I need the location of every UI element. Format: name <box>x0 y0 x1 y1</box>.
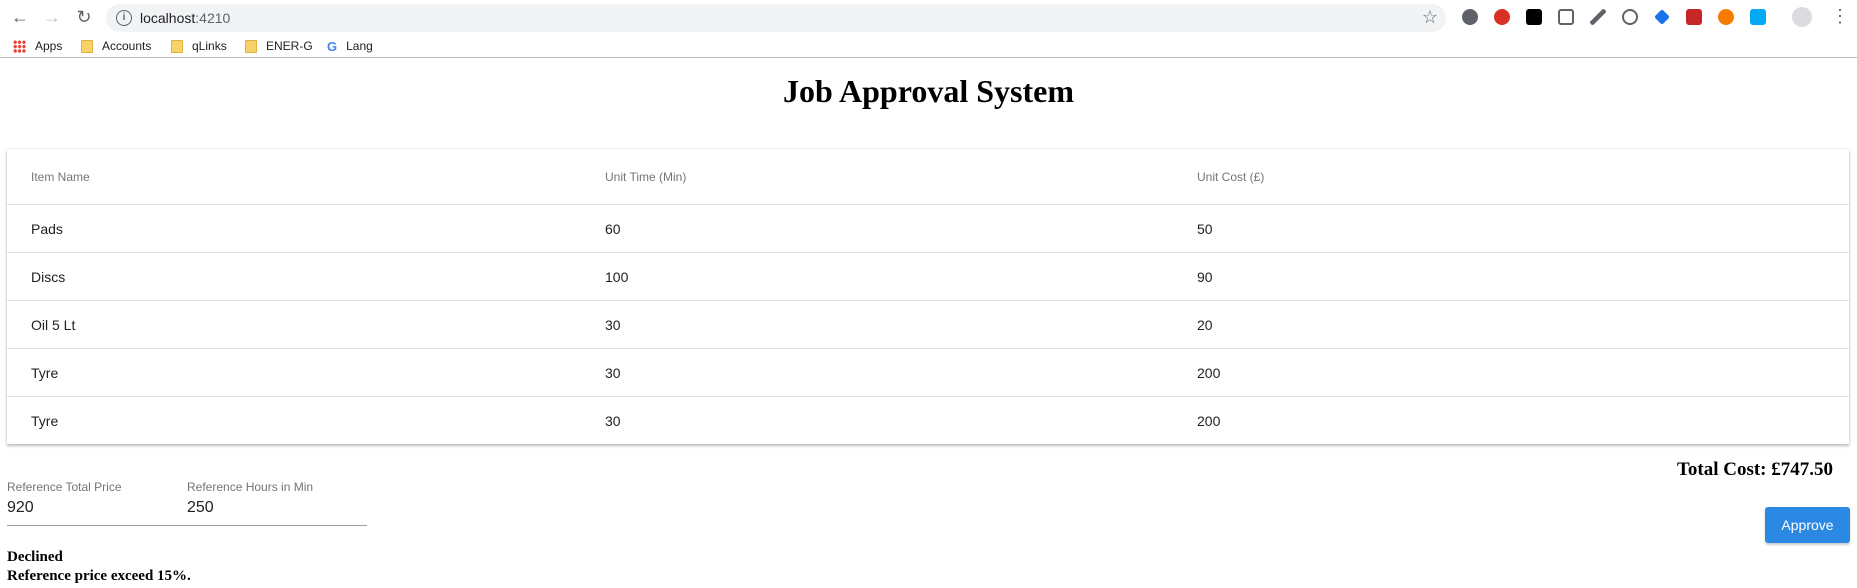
bookmarks-bar: Apps Accounts qLinks ENER-G G Lang <box>0 34 1857 58</box>
cell-unit-time: 100 <box>605 268 629 285</box>
cell-unit-cost: 200 <box>1197 413 1221 429</box>
extension-icon-3[interactable] <box>1526 9 1542 25</box>
total-cost: Total Cost: £747.50 <box>1676 459 1833 480</box>
cell-item-name: Oil 5 Lt <box>31 316 76 333</box>
folder-icon <box>171 39 183 53</box>
cell-unit-cost: 200 <box>1197 364 1221 381</box>
cell-unit-time: 30 <box>605 316 621 333</box>
bookmark-label: Apps <box>35 39 63 53</box>
input-underline <box>7 525 367 526</box>
bookmark-lang[interactable]: G Lang <box>327 37 373 55</box>
apps-grid-icon <box>13 39 26 53</box>
browser-menu-icon[interactable]: ⋮ <box>1831 6 1849 26</box>
header-unit-time[interactable]: Unit Time (Min) <box>605 149 686 204</box>
url-port: :4210 <box>195 10 231 26</box>
extension-icon-9[interactable] <box>1718 9 1734 25</box>
site-info-icon[interactable]: i <box>116 10 132 26</box>
extension-icon-2[interactable] <box>1494 9 1510 25</box>
cell-item-name: Pads <box>31 220 63 237</box>
cell-item-name: Tyre <box>31 413 59 429</box>
table-header-row: Item Name Unit Time (Min) Unit Cost (£) <box>7 149 1849 205</box>
bookmark-ener-g[interactable]: ENER-G <box>245 37 313 55</box>
table-row[interactable]: Pads 60 50 <box>7 205 1849 253</box>
bookmark-star-icon[interactable]: ☆ <box>1422 7 1438 28</box>
folder-icon <box>81 39 93 53</box>
status-reason: Reference price exceed 15%. <box>7 568 191 584</box>
url-host: localhost <box>140 10 196 26</box>
url-text: localhost:4210 <box>140 10 230 26</box>
header-unit-cost[interactable]: Unit Cost (£) <box>1197 149 1264 204</box>
bookmark-label: qLinks <box>192 39 227 53</box>
table-row[interactable]: Discs 100 90 <box>7 253 1849 301</box>
eyedropper-icon[interactable] <box>1590 9 1606 25</box>
reference-hours-label: Reference Hours in Min <box>187 480 314 494</box>
table-row[interactable]: Oil 5 Lt 30 20 <box>7 301 1849 349</box>
reference-hours-field[interactable]: Reference Hours in Min 250 <box>187 480 313 517</box>
profile-avatar[interactable] <box>1792 7 1812 27</box>
cell-item-name: Discs <box>31 268 66 285</box>
cell-unit-time: 30 <box>605 364 621 381</box>
cell-unit-cost: 90 <box>1197 268 1213 285</box>
extension-icon-1[interactable] <box>1462 9 1478 25</box>
table-row[interactable]: Tyre 30 200 <box>7 397 1849 445</box>
google-icon: G <box>327 38 338 54</box>
reference-price-field[interactable]: Reference Total Price 920 <box>7 480 122 517</box>
bookmark-qlinks[interactable]: qLinks <box>171 37 227 55</box>
reload-icon[interactable]: ↻ <box>72 5 96 29</box>
header-item-name[interactable]: Item Name <box>31 149 90 204</box>
dropbox-icon[interactable] <box>1654 9 1670 25</box>
folder-icon <box>245 39 257 53</box>
extension-icon-6[interactable] <box>1622 9 1638 25</box>
cell-item-name: Tyre <box>31 364 59 381</box>
status-result: Declined <box>7 549 63 565</box>
browser-toolbar: ← → ↻ i localhost:4210 ☆ ⋮ <box>0 0 1857 34</box>
windows-icon[interactable] <box>1750 9 1766 25</box>
cell-unit-cost: 50 <box>1197 220 1213 237</box>
bookmark-label: ENER-G <box>266 39 313 53</box>
back-arrow-icon[interactable]: ← <box>8 5 32 29</box>
page-title: Job Approval System <box>782 73 1074 109</box>
cell-unit-cost: 20 <box>1197 316 1213 333</box>
cell-unit-time: 30 <box>605 413 621 429</box>
address-bar[interactable]: i localhost:4210 ☆ <box>106 4 1446 32</box>
bookmark-accounts[interactable]: Accounts <box>81 37 151 55</box>
approval-status: Declined Reference price exceed 15%. <box>7 548 191 586</box>
cell-unit-time: 60 <box>605 220 621 237</box>
angular-icon[interactable] <box>1686 9 1702 25</box>
reference-price-label: Reference Total Price <box>7 480 122 494</box>
table-row[interactable]: Tyre 30 200 <box>7 349 1849 397</box>
bookmark-apps[interactable]: Apps <box>13 37 62 55</box>
reference-price-input[interactable]: 920 <box>7 499 122 517</box>
forward-arrow-icon[interactable]: → <box>40 5 64 29</box>
items-table: Item Name Unit Time (Min) Unit Cost (£) … <box>7 149 1849 444</box>
approve-button[interactable]: Approve <box>1765 507 1850 543</box>
extension-icon-4[interactable] <box>1558 9 1574 25</box>
reference-hours-input[interactable]: 250 <box>187 499 313 517</box>
bookmark-label: Accounts <box>102 39 152 53</box>
bookmark-label: Lang <box>346 39 373 53</box>
